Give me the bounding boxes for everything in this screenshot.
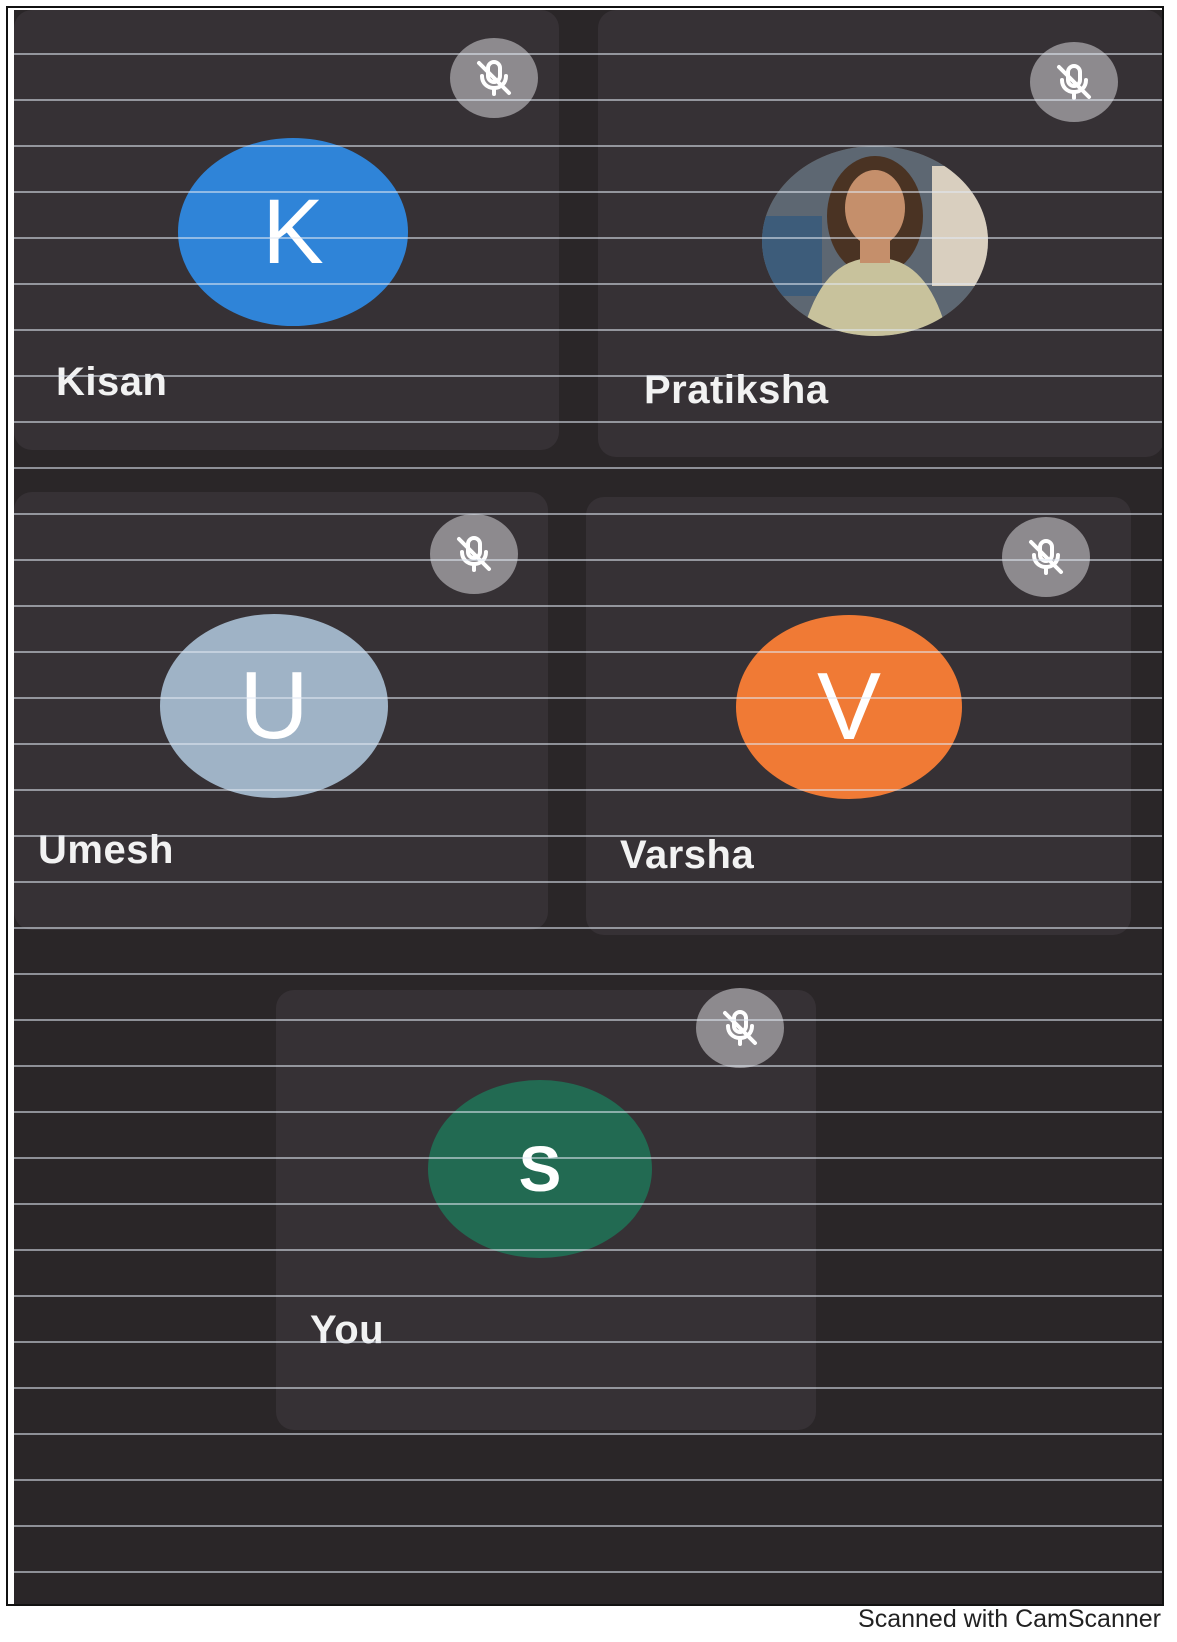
avatar-you: S [428, 1080, 652, 1258]
mic-off-icon[interactable] [696, 988, 784, 1068]
avatar-initial: S [518, 1133, 562, 1205]
mic-off-icon[interactable] [1002, 517, 1090, 597]
scanner-watermark: Scanned with CamScanner [858, 1605, 1161, 1633]
avatar-umesh: U [160, 614, 388, 798]
participant-tile-you[interactable]: S You [276, 988, 816, 1430]
avatar-initial: V [816, 653, 882, 760]
participant-tile-kisan[interactable]: K Kisan [14, 10, 559, 450]
participant-name: Pratiksha [644, 368, 829, 412]
participant-tile-umesh[interactable]: U Umesh [14, 492, 548, 930]
mic-off-icon[interactable] [430, 514, 518, 594]
scan-frame: K Kisan Pratiksha U Umesh V Varsha S You [6, 6, 1164, 1606]
meeting-grid: K Kisan Pratiksha U Umesh V Varsha S You [14, 10, 1162, 1604]
participant-name: You [310, 1308, 385, 1352]
avatar-initial: U [239, 652, 309, 759]
participant-tile-varsha[interactable]: V Varsha [586, 497, 1131, 935]
participant-name: Umesh [38, 828, 174, 872]
participant-tile-pratiksha[interactable]: Pratiksha [598, 10, 1162, 457]
participant-name: Kisan [56, 360, 168, 404]
avatar-initial: K [262, 180, 324, 283]
avatar-kisan: K [178, 138, 408, 326]
participant-name: Varsha [620, 833, 755, 877]
profile-photo [762, 146, 988, 336]
mic-off-icon[interactable] [1030, 42, 1118, 122]
mic-off-icon[interactable] [450, 38, 538, 118]
avatar-varsha: V [736, 615, 962, 799]
